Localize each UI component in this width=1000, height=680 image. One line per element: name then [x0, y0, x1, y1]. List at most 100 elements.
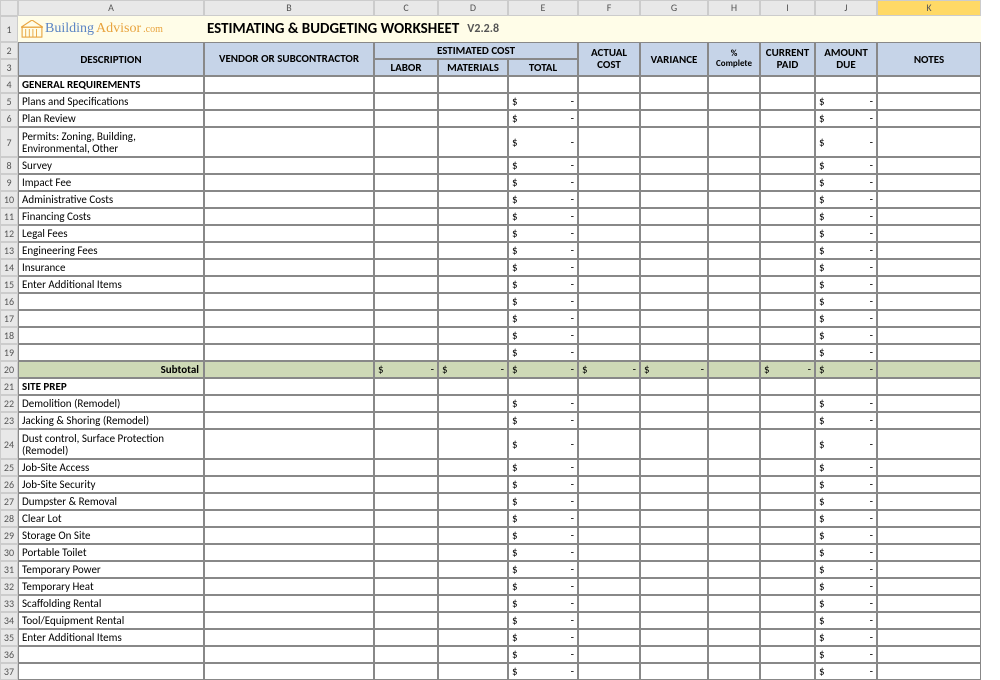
materials-cell[interactable]: [438, 93, 508, 110]
pct-cell[interactable]: [708, 595, 760, 612]
vendor-cell[interactable]: [204, 310, 374, 327]
pct-cell[interactable]: [708, 110, 760, 127]
pct-cell[interactable]: [708, 93, 760, 110]
variance-cell[interactable]: [640, 429, 708, 459]
pct-cell[interactable]: [708, 646, 760, 663]
due-cell[interactable]: $-: [815, 595, 877, 612]
paid-cell[interactable]: [760, 327, 815, 344]
materials-cell[interactable]: [438, 629, 508, 646]
materials-cell[interactable]: [438, 612, 508, 629]
description-cell[interactable]: Enter Additional Items: [18, 276, 204, 293]
variance-cell[interactable]: [640, 225, 708, 242]
materials-cell[interactable]: [438, 76, 508, 93]
row-header[interactable]: 37: [0, 663, 18, 680]
row-header[interactable]: 14: [0, 259, 18, 276]
labor-cell[interactable]: [374, 544, 438, 561]
description-cell[interactable]: Jacking & Shoring (Remodel): [18, 412, 204, 429]
pct-cell[interactable]: [708, 127, 760, 157]
paid-cell[interactable]: [760, 310, 815, 327]
vendor-cell[interactable]: [204, 561, 374, 578]
vendor-cell[interactable]: [204, 93, 374, 110]
description-cell[interactable]: [18, 310, 204, 327]
total-cell[interactable]: $-: [508, 361, 578, 378]
description-cell[interactable]: [18, 646, 204, 663]
description-cell[interactable]: Legal Fees: [18, 225, 204, 242]
total-cell[interactable]: $-: [508, 476, 578, 493]
labor-cell[interactable]: [374, 259, 438, 276]
labor-cell[interactable]: [374, 429, 438, 459]
row-header[interactable]: 3: [0, 59, 18, 76]
labor-cell[interactable]: [374, 276, 438, 293]
row-header[interactable]: 4: [0, 76, 18, 93]
variance-cell[interactable]: [640, 344, 708, 361]
notes-cell[interactable]: [877, 225, 981, 242]
due-cell[interactable]: [815, 76, 877, 93]
actual-cell[interactable]: [578, 191, 640, 208]
due-cell[interactable]: $-: [815, 646, 877, 663]
labor-cell[interactable]: [374, 225, 438, 242]
notes-cell[interactable]: [877, 93, 981, 110]
actual-cell[interactable]: [578, 544, 640, 561]
labor-cell[interactable]: [374, 578, 438, 595]
variance-cell[interactable]: [640, 157, 708, 174]
paid-cell[interactable]: [760, 629, 815, 646]
labor-cell[interactable]: [374, 93, 438, 110]
actual-cell[interactable]: [578, 646, 640, 663]
paid-cell[interactable]: [760, 225, 815, 242]
labor-cell[interactable]: [374, 208, 438, 225]
row-header[interactable]: 29: [0, 527, 18, 544]
labor-cell[interactable]: [374, 493, 438, 510]
column-header[interactable]: G: [640, 0, 708, 16]
labor-cell[interactable]: [374, 459, 438, 476]
labor-cell[interactable]: $-: [374, 361, 438, 378]
actual-cell[interactable]: $-: [578, 361, 640, 378]
materials-cell[interactable]: [438, 595, 508, 612]
due-cell[interactable]: $-: [815, 127, 877, 157]
materials-cell[interactable]: [438, 276, 508, 293]
notes-cell[interactable]: [877, 174, 981, 191]
description-cell[interactable]: Plans and Specifications: [18, 93, 204, 110]
total-cell[interactable]: $-: [508, 561, 578, 578]
description-cell[interactable]: Tool/Equipment Rental: [18, 612, 204, 629]
paid-cell[interactable]: [760, 93, 815, 110]
vendor-cell[interactable]: [204, 395, 374, 412]
labor-cell[interactable]: [374, 174, 438, 191]
total-cell[interactable]: [508, 76, 578, 93]
variance-cell[interactable]: [640, 110, 708, 127]
materials-cell[interactable]: [438, 510, 508, 527]
labor-cell[interactable]: [374, 191, 438, 208]
total-cell[interactable]: $-: [508, 293, 578, 310]
column-header[interactable]: I: [760, 0, 815, 16]
row-header[interactable]: 27: [0, 493, 18, 510]
total-cell[interactable]: $-: [508, 157, 578, 174]
total-cell[interactable]: $-: [508, 344, 578, 361]
total-cell[interactable]: $-: [508, 310, 578, 327]
pct-cell[interactable]: [708, 510, 760, 527]
variance-cell[interactable]: [640, 412, 708, 429]
due-cell[interactable]: $-: [815, 510, 877, 527]
variance-cell[interactable]: [640, 259, 708, 276]
variance-cell[interactable]: [640, 459, 708, 476]
vendor-cell[interactable]: [204, 293, 374, 310]
paid-cell[interactable]: [760, 259, 815, 276]
row-header[interactable]: 32: [0, 578, 18, 595]
notes-cell[interactable]: [877, 310, 981, 327]
vendor-cell[interactable]: [204, 629, 374, 646]
labor-cell[interactable]: [374, 378, 438, 395]
paid-cell[interactable]: [760, 412, 815, 429]
materials-cell[interactable]: [438, 259, 508, 276]
notes-cell[interactable]: [877, 561, 981, 578]
vendor-cell[interactable]: [204, 595, 374, 612]
total-cell[interactable]: $-: [508, 646, 578, 663]
pct-cell[interactable]: [708, 629, 760, 646]
total-cell[interactable]: $-: [508, 412, 578, 429]
vendor-cell[interactable]: [204, 208, 374, 225]
row-header[interactable]: 28: [0, 510, 18, 527]
row-header[interactable]: 36: [0, 646, 18, 663]
variance-cell[interactable]: [640, 378, 708, 395]
notes-cell[interactable]: [877, 429, 981, 459]
row-header[interactable]: 16: [0, 293, 18, 310]
variance-cell[interactable]: [640, 612, 708, 629]
materials-cell[interactable]: [438, 527, 508, 544]
materials-cell[interactable]: [438, 561, 508, 578]
